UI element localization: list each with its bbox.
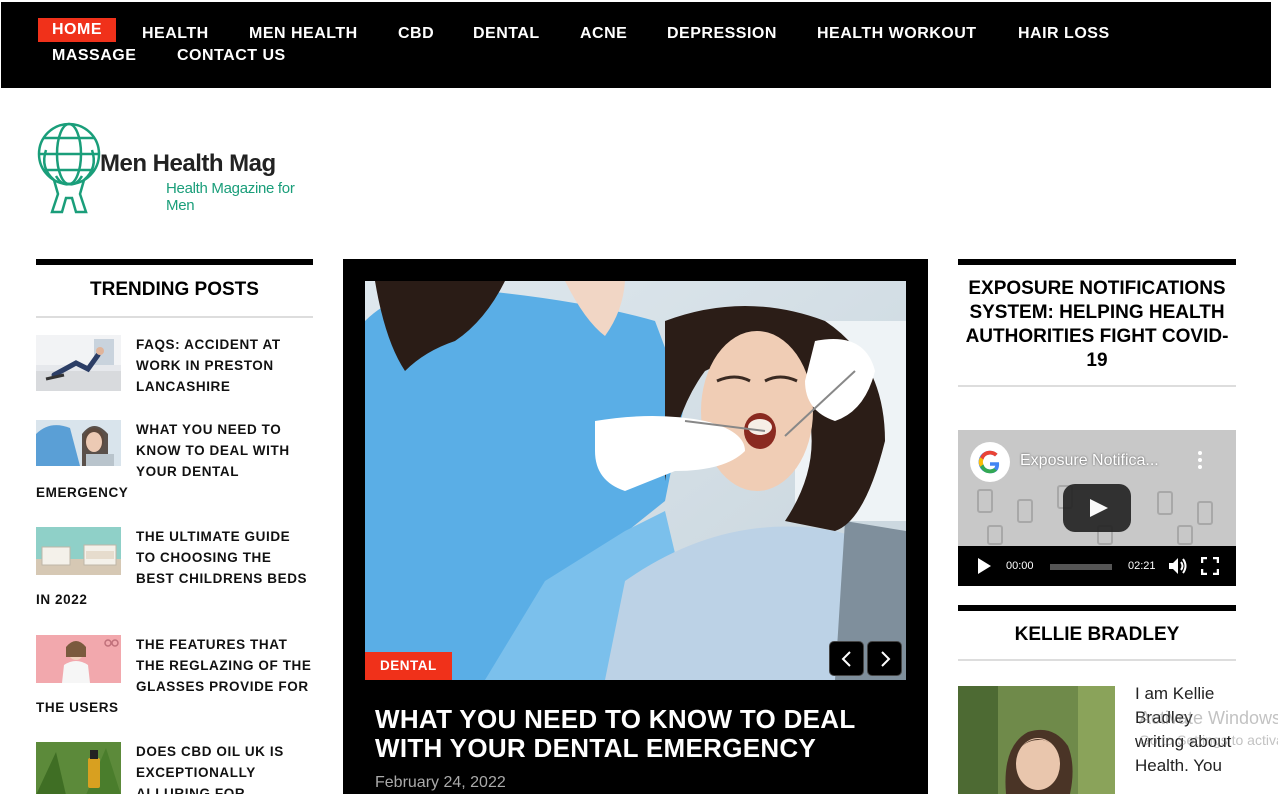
video-play-button[interactable] <box>1063 484 1131 532</box>
featured-image[interactable] <box>365 281 906 680</box>
trend-thumbnail[interactable] <box>36 420 121 466</box>
nav-acne[interactable]: ACNE <box>580 22 627 46</box>
author-photo <box>958 686 1115 794</box>
logo-title: Men Health Mag <box>100 150 276 177</box>
nav-contact-us[interactable]: CONTACT US <box>177 44 286 68</box>
nav-men-health[interactable]: MEN HEALTH <box>249 22 358 46</box>
nav-hair-loss[interactable]: HAIR LOSS <box>1018 22 1110 46</box>
video-player[interactable]: Exposure Notifica... 00:00 02:21 <box>958 430 1236 586</box>
logo-tagline: Health Magazine for Men <box>166 180 295 214</box>
list-item: WHAT YOU NEED TO KNOW TO DEAL WITH YOUR … <box>36 419 313 503</box>
trending-posts-title: TRENDING POSTS <box>90 279 259 300</box>
site-logo[interactable]: Men Health Mag Health Magazine for Men <box>36 120 326 218</box>
widget-top-bar <box>36 259 313 265</box>
play-icon <box>1090 499 1108 517</box>
featured-slider: DENTAL WHAT YOU NEED TO KNOW TO DEAL WIT… <box>343 259 928 794</box>
trend-thumbnail[interactable] <box>36 335 121 391</box>
list-item: THE FEATURES THAT THE REGLAZING OF THE G… <box>36 634 313 718</box>
widget-divider <box>36 316 313 318</box>
nav-depression[interactable]: DEPRESSION <box>667 22 777 46</box>
widget-top-bar <box>958 605 1236 611</box>
video-title[interactable]: Exposure Notifica... <box>1020 452 1159 470</box>
author-bio: I am Kellie Bradley writing about Health… <box>1135 684 1232 775</box>
list-item: DOES CBD OIL UK IS EXCEPTIONALLY ALLURIN… <box>36 741 313 794</box>
exposure-title: EXPOSURE NOTIFICATIONS SYSTEM: HELPING H… <box>965 278 1229 371</box>
featured-post-title[interactable]: WHAT YOU NEED TO KNOW TO DEAL WITH YOUR … <box>375 705 905 763</box>
featured-post-date: February 24, 2022 <box>375 774 506 791</box>
trend-thumbnail[interactable] <box>36 742 121 794</box>
list-item: THE ULTIMATE GUIDE TO CHOOSING THE BEST … <box>36 526 313 610</box>
author-widget-title: KELLIE BRADLEY <box>1014 624 1180 645</box>
main-navigation: HOME HEALTH MEN HEALTH CBD DENTAL ACNE D… <box>1 2 1271 88</box>
nav-home[interactable]: HOME <box>38 18 116 42</box>
channel-avatar[interactable] <box>970 442 1010 482</box>
category-badge[interactable]: DENTAL <box>365 652 452 680</box>
video-progress-bar[interactable] <box>1050 564 1112 570</box>
exposure-widget: EXPOSURE NOTIFICATIONS SYSTEM: HELPING H… <box>958 259 1236 387</box>
nav-massage[interactable]: MASSAGE <box>52 44 136 68</box>
slider-prev-button[interactable] <box>829 641 864 676</box>
os-activation-subtext: Go to Settings to activate Windows. <box>1139 732 1278 748</box>
more-options-icon[interactable] <box>1196 450 1204 472</box>
current-time: 00:00 <box>1006 560 1034 572</box>
video-controls: 00:00 02:21 <box>958 546 1236 586</box>
total-time: 02:21 <box>1128 560 1156 572</box>
nav-cbd[interactable]: CBD <box>398 22 434 46</box>
os-activation-watermark: Activate Windows <box>1139 708 1278 728</box>
trend-thumbnail[interactable] <box>36 635 121 683</box>
fullscreen-icon[interactable] <box>1201 557 1219 575</box>
google-g-icon <box>978 450 1000 474</box>
list-item: FAQS: ACCIDENT AT WORK IN PRESTON LANCAS… <box>36 334 313 397</box>
chevron-left-icon <box>841 651 851 667</box>
nav-health-workout[interactable]: HEALTH WORKOUT <box>817 22 977 46</box>
nav-dental[interactable]: DENTAL <box>473 22 540 46</box>
widget-divider <box>958 385 1236 387</box>
author-widget: KELLIE BRADLEY <box>958 605 1236 661</box>
widget-top-bar <box>958 259 1236 265</box>
slider-next-button[interactable] <box>867 641 902 676</box>
trend-thumbnail[interactable] <box>36 527 121 575</box>
man-lifting-globe-icon <box>37 122 101 214</box>
volume-icon[interactable] <box>1168 557 1188 575</box>
widget-divider <box>958 659 1236 661</box>
chevron-right-icon <box>881 651 891 667</box>
trending-posts-widget: TRENDING POSTS <box>36 259 313 318</box>
play-icon[interactable] <box>976 557 992 575</box>
nav-health[interactable]: HEALTH <box>142 22 209 46</box>
